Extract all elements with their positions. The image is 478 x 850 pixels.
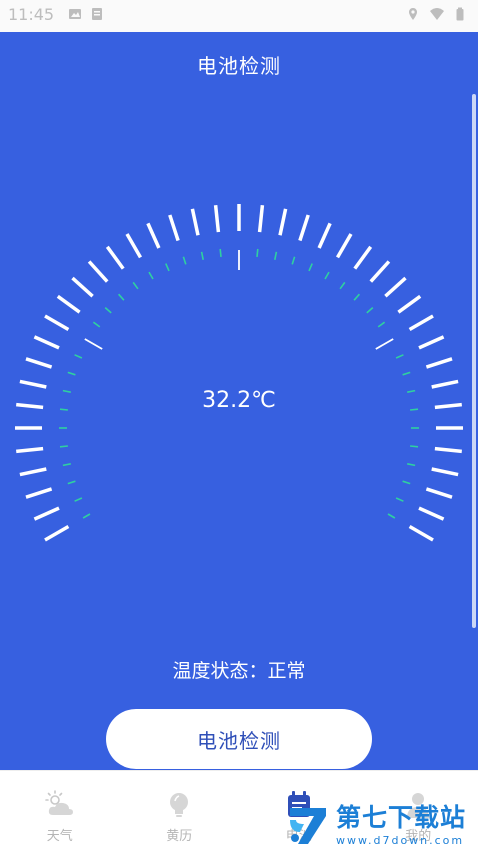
gauge-outer-tick: [431, 467, 459, 477]
weather-icon: [44, 790, 73, 815]
gauge-inner-tick: [395, 497, 404, 502]
gauge-outer-tick: [425, 357, 453, 369]
gauge-outer-tick: [384, 276, 407, 298]
gauge-outer-tick: [33, 335, 60, 350]
gauge-inner-tick: [339, 281, 346, 290]
temperature-value: 32.2℃: [202, 388, 276, 413]
gauge-outer-tick: [397, 294, 422, 314]
gauge-inner-tick: [82, 513, 91, 519]
watermark-title: 第七下载站: [336, 802, 467, 832]
gauge-outer-tick: [105, 245, 125, 270]
tab-weather-label: 天气: [46, 829, 73, 844]
gauge-outer-tick: [353, 245, 373, 270]
gauge-inner-tick: [118, 293, 125, 301]
status-bar: 11:45: [0, 0, 478, 32]
gauge-inner-tick: [74, 354, 83, 359]
gauge-inner-tick: [67, 371, 76, 376]
gauge-outer-tick: [19, 379, 47, 389]
gauge-inner-tick: [59, 445, 68, 448]
gauge-inner-tick: [67, 480, 76, 485]
gauge-inner-tick: [353, 293, 360, 301]
location-icon: [409, 8, 417, 20]
gauge-inner-tick: [148, 271, 154, 280]
gauge-outer-tick: [418, 335, 445, 350]
gauge-inner-tick: [407, 463, 416, 467]
temperature-status: 温度状态：正常: [172, 660, 306, 682]
gauge-outer-tick: [146, 222, 161, 249]
gauge-outer-tick: [71, 276, 94, 298]
gauge-inner-tick: [74, 497, 83, 502]
gauge-inner-tick: [256, 248, 259, 257]
battery-check-button[interactable]: 电池检测: [106, 709, 372, 769]
gauge-outer-tick: [257, 205, 265, 233]
image-notification-icon: [69, 9, 81, 19]
status-left-icons: [68, 7, 104, 21]
gauge-inner-tick: [165, 263, 170, 272]
app-notification-icon: [92, 8, 102, 20]
gauge-inner-tick: [62, 463, 71, 467]
gauge-inner-tick: [132, 281, 139, 290]
gauge-inner-tick: [377, 321, 386, 328]
gauge-outer-tick: [44, 314, 70, 332]
gauge-outer-tick: [25, 357, 53, 369]
gauge-outer-tick: [87, 260, 109, 283]
gauge-outer-tick: [213, 205, 221, 233]
gauge-outer-tick: [125, 233, 143, 259]
gauge-inner-tick: [219, 248, 222, 257]
status-right-icons: [406, 7, 468, 21]
gauge-outer-tick: [16, 446, 44, 454]
battery-icon: [456, 7, 464, 21]
gauge-inner-tick: [92, 321, 101, 328]
gauge-inner-tick: [104, 307, 112, 314]
gauge-inner-tick: [291, 256, 296, 265]
gauge-outer-tick: [408, 314, 434, 332]
gauge-outer-tick: [44, 524, 70, 542]
gauge-outer-tick: [25, 487, 53, 499]
gauge-outer-tick: [425, 487, 453, 499]
gauge-inner-tick: [274, 251, 278, 260]
gauge-inner-tick: [324, 271, 330, 280]
gauge-inner-tick: [366, 307, 374, 314]
gauge-inner-tick: [410, 445, 419, 448]
watermark: 第七下载站 www.d7down.com: [286, 800, 478, 850]
gauge-inner-tick: [402, 371, 411, 376]
watermark-logo-icon: [290, 808, 326, 844]
wifi-icon: [430, 8, 444, 20]
tab-almanac-label: 黄历: [166, 829, 193, 844]
gauge-outer-tick: [298, 214, 310, 242]
watermark-url: www.d7down.com: [336, 833, 465, 847]
gauge-outer-tick: [369, 260, 391, 283]
gauge-outer-tick: [335, 233, 353, 259]
tab-almanac[interactable]: 黄历: [120, 771, 240, 850]
gauge-outer-tick: [19, 467, 47, 477]
gauge-major-tick: [375, 338, 394, 350]
gauge-inner-tick: [395, 354, 404, 359]
gauge-inner-tick: [387, 513, 396, 519]
gauge-inner-tick: [182, 256, 187, 265]
gauge-inner-tick: [200, 251, 204, 260]
gauge-outer-tick: [56, 294, 81, 314]
gauge-inner-tick: [402, 480, 411, 485]
gauge-outer-tick: [278, 208, 288, 236]
gauge-inner-tick: [308, 263, 313, 272]
gauge-outer-tick: [431, 379, 459, 389]
scroll-indicator[interactable]: [472, 94, 476, 628]
lightbulb-icon: [170, 793, 189, 817]
gauge-outer-tick: [317, 222, 332, 249]
gauge-outer-tick: [33, 506, 60, 521]
gauge-outer-tick: [418, 506, 445, 521]
gauge-outer-tick: [190, 208, 200, 236]
tab-weather[interactable]: 天气: [0, 771, 120, 850]
gauge-outer-tick: [408, 524, 434, 542]
status-time: 11:45: [8, 5, 55, 24]
gauge-outer-tick: [168, 214, 180, 242]
gauge-major-tick: [84, 338, 103, 350]
gauge-outer-tick: [434, 446, 462, 454]
battery-check-screen: 电池检测 32.2℃ 温度状态：正常 电池检测: [0, 32, 478, 770]
